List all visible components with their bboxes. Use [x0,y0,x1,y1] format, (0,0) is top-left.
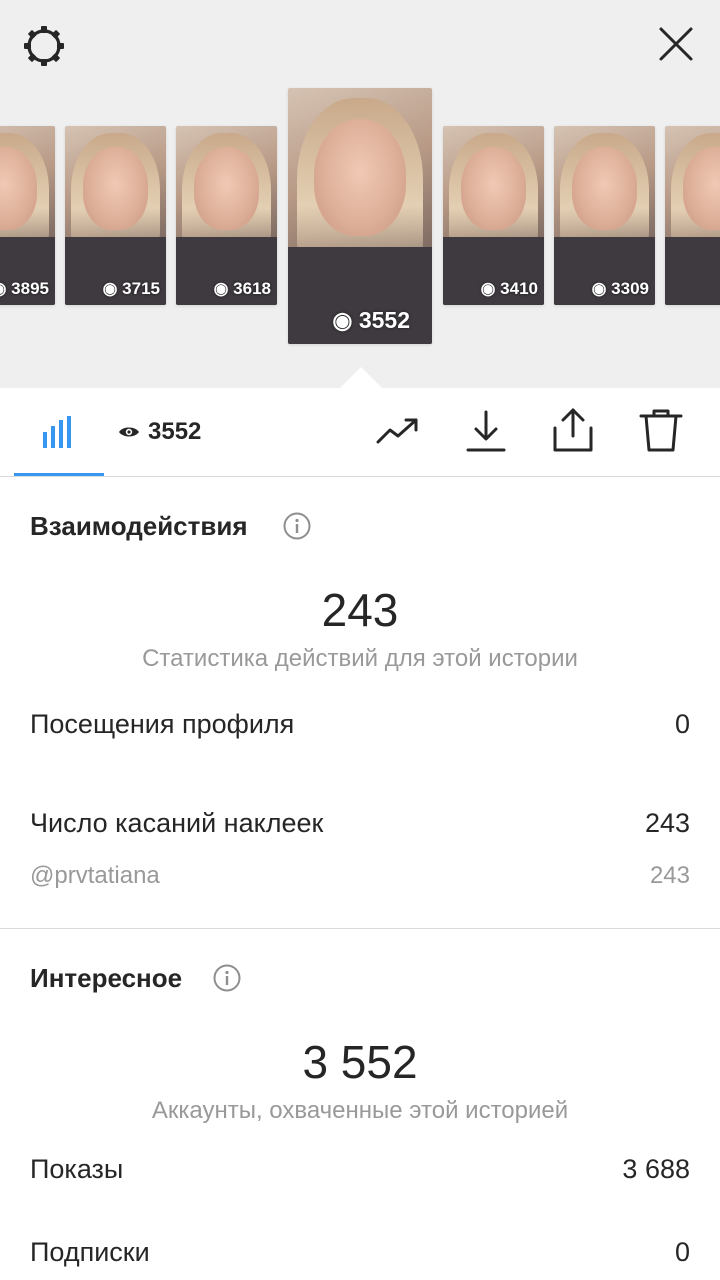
views-counter: 3552 [118,418,201,446]
interactions-title: Взаимодействия [30,511,248,541]
follows-label: Подписки [30,1237,150,1267]
sticker-mention-value: 243 [649,862,690,889]
tab-insights[interactable] [14,388,104,476]
story-thumbnail[interactable]: ◉ 3309 [554,126,655,305]
impressions-value: 3 688 [622,1154,690,1184]
reach-caption: Аккаунты, охваченные этой историей [151,1097,569,1124]
story-thumbnail[interactable]: ◉ 3410 [443,126,544,305]
thumbnail-views: ◉ 3410 [480,279,538,298]
sticker-taps-label: Число касаний наклеек [30,808,324,838]
close-icon[interactable] [654,22,698,66]
share-icon[interactable] [549,406,597,454]
impressions-label: Показы [30,1154,124,1184]
thumbnail-views: ◉ 3895 [0,279,49,298]
gear-icon[interactable] [20,22,68,70]
profile-visits-label: Посещения профиля [30,709,295,739]
views-count-value: 3552 [148,418,202,445]
interactions-total: 243 [321,584,399,636]
story-thumbnail[interactable]: ◉ 3895 [0,126,55,305]
thumbnail-views: ◉ 3618 [213,279,271,298]
trending-icon[interactable] [374,406,422,454]
info-icon[interactable] [283,512,311,540]
info-icon[interactable] [213,964,241,992]
thumbnail-views: ◉ 3309 [591,279,649,298]
sticker-mention-label[interactable]: @prvtatiana [30,862,160,890]
interactions-caption: Статистика действий для этой истории [142,645,578,672]
profile-visits-value: 0 [674,709,690,739]
story-thumbnail[interactable]: ◉ 32 [665,126,720,305]
bar-chart-icon [43,416,71,448]
trash-icon[interactable] [637,406,685,454]
story-thumbnail[interactable]: ◉ 3715 [65,126,166,305]
reach-total: 3 552 [302,1036,418,1088]
story-thumbnail-selected[interactable]: ◉ 3552 [288,88,432,344]
thumbnail-views: ◉ 3715 [102,279,160,298]
section-divider [0,928,720,929]
download-icon[interactable] [462,406,510,454]
eye-icon [119,427,139,437]
story-toolbar: 3552 [0,388,720,477]
follows-value: 0 [674,1237,690,1267]
story-thumbnails-strip[interactable]: ◉ 3895 ◉ 3715 ◉ 3618 ◉ 3552 ◉ 3410 ◉ 330… [0,0,720,388]
thumbnail-views: ◉ 3552 [332,307,410,333]
story-thumbnail[interactable]: ◉ 3618 [176,126,277,305]
discovery-title: Интересное [30,963,183,993]
sticker-taps-value: 243 [644,808,690,838]
active-tab-indicator [14,473,104,476]
selection-pointer [340,367,382,388]
